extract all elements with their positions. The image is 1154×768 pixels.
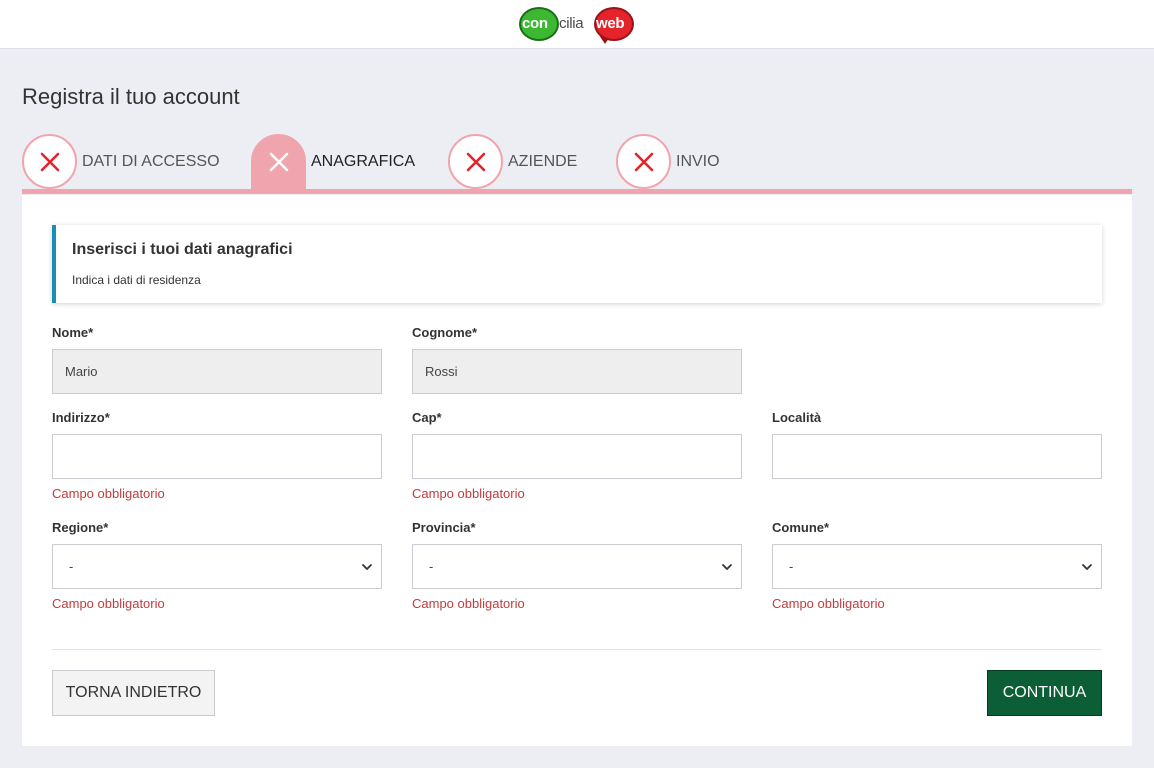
cap-label: Cap* [412, 410, 442, 425]
error-x-icon [466, 152, 485, 171]
nome-label: Nome* [52, 325, 94, 340]
step-invio[interactable]: INVIO [616, 134, 720, 189]
comune-error: Campo obbligatorio [772, 596, 885, 611]
provincia-label: Provincia* [412, 520, 476, 535]
indirizzo-error: Campo obbligatorio [52, 486, 165, 501]
page-title: Registra il tuo account [22, 84, 240, 109]
provincia-select[interactable]: - [412, 544, 742, 589]
step-label: INVIO [676, 152, 720, 170]
comune-select[interactable]: - [772, 544, 1102, 589]
regione-select[interactable]: - [52, 544, 382, 589]
top-header: con cilia web [0, 0, 1154, 49]
logo-text-cilia: cilia [559, 15, 584, 32]
step-status-circle [448, 134, 503, 189]
info-title: Inserisci i tuoi dati anagrafici [72, 241, 293, 258]
chevron-down-icon [362, 563, 372, 570]
cognome-label: Cognome* [412, 325, 477, 340]
cap-error: Campo obbligatorio [412, 486, 525, 501]
logo-text-con: con [522, 15, 548, 32]
actions-divider [52, 649, 1102, 650]
conciliaweb-logo[interactable]: con cilia web [519, 5, 635, 45]
indirizzo-input[interactable] [52, 434, 382, 479]
regione-field-group: Regione* - Campo obbligatorio [52, 520, 382, 611]
comune-selected-value: - [789, 559, 794, 574]
provincia-error: Campo obbligatorio [412, 596, 525, 611]
comune-label: Comune* [772, 520, 830, 535]
localita-input[interactable] [772, 434, 1102, 479]
cap-field-group: Cap* Campo obbligatorio [412, 410, 742, 501]
step-label: AZIENDE [508, 152, 578, 170]
info-callout: Inserisci i tuoi dati anagrafici Indica … [52, 225, 1102, 303]
back-button[interactable]: TORNA INDIETRO [52, 670, 215, 716]
step-status-circle [251, 133, 306, 190]
step-anagrafica[interactable]: ANAGRAFICA [251, 133, 416, 190]
localita-field-group: Località [772, 410, 1102, 479]
regione-error: Campo obbligatorio [52, 596, 165, 611]
step-status-circle [22, 134, 77, 189]
localita-label: Località [772, 410, 822, 425]
cognome-input[interactable]: Rossi [412, 349, 742, 394]
step-status-circle [616, 134, 671, 189]
error-x-icon [40, 152, 59, 171]
continue-button[interactable]: CONTINUA [987, 670, 1102, 716]
indirizzo-label: Indirizzo* [52, 410, 110, 425]
error-x-icon [269, 152, 288, 171]
chevron-down-icon [1082, 563, 1092, 570]
comune-field-group: Comune* - Campo obbligatorio [772, 520, 1102, 611]
stepper-progress-line [22, 189, 1132, 194]
regione-selected-value: - [69, 559, 74, 574]
cap-input[interactable] [412, 434, 742, 479]
form-card: Inserisci i tuoi dati anagrafici Indica … [22, 195, 1132, 746]
nome-field-group: Nome* Mario [52, 325, 382, 394]
nome-input[interactable]: Mario [52, 349, 382, 394]
step-aziende[interactable]: AZIENDE [448, 134, 577, 189]
registration-stepper: DATI DI ACCESSO ANAGRAFICA AZIENDE INVIO [22, 133, 1132, 195]
cognome-field-group: Cognome* Rossi [412, 325, 742, 394]
info-subtitle: Indica i dati di residenza [72, 273, 201, 287]
provincia-selected-value: - [429, 559, 434, 574]
step-label: ANAGRAFICA [311, 152, 416, 170]
logo-text-web: web [596, 15, 625, 32]
error-x-icon [634, 152, 653, 171]
provincia-field-group: Provincia* - Campo obbligatorio [412, 520, 742, 611]
indirizzo-field-group: Indirizzo* Campo obbligatorio [52, 410, 382, 501]
regione-label: Regione* [52, 520, 109, 535]
step-dati-di-accesso[interactable]: DATI DI ACCESSO [22, 134, 220, 189]
chevron-down-icon [722, 563, 732, 570]
step-label: DATI DI ACCESSO [82, 152, 220, 170]
